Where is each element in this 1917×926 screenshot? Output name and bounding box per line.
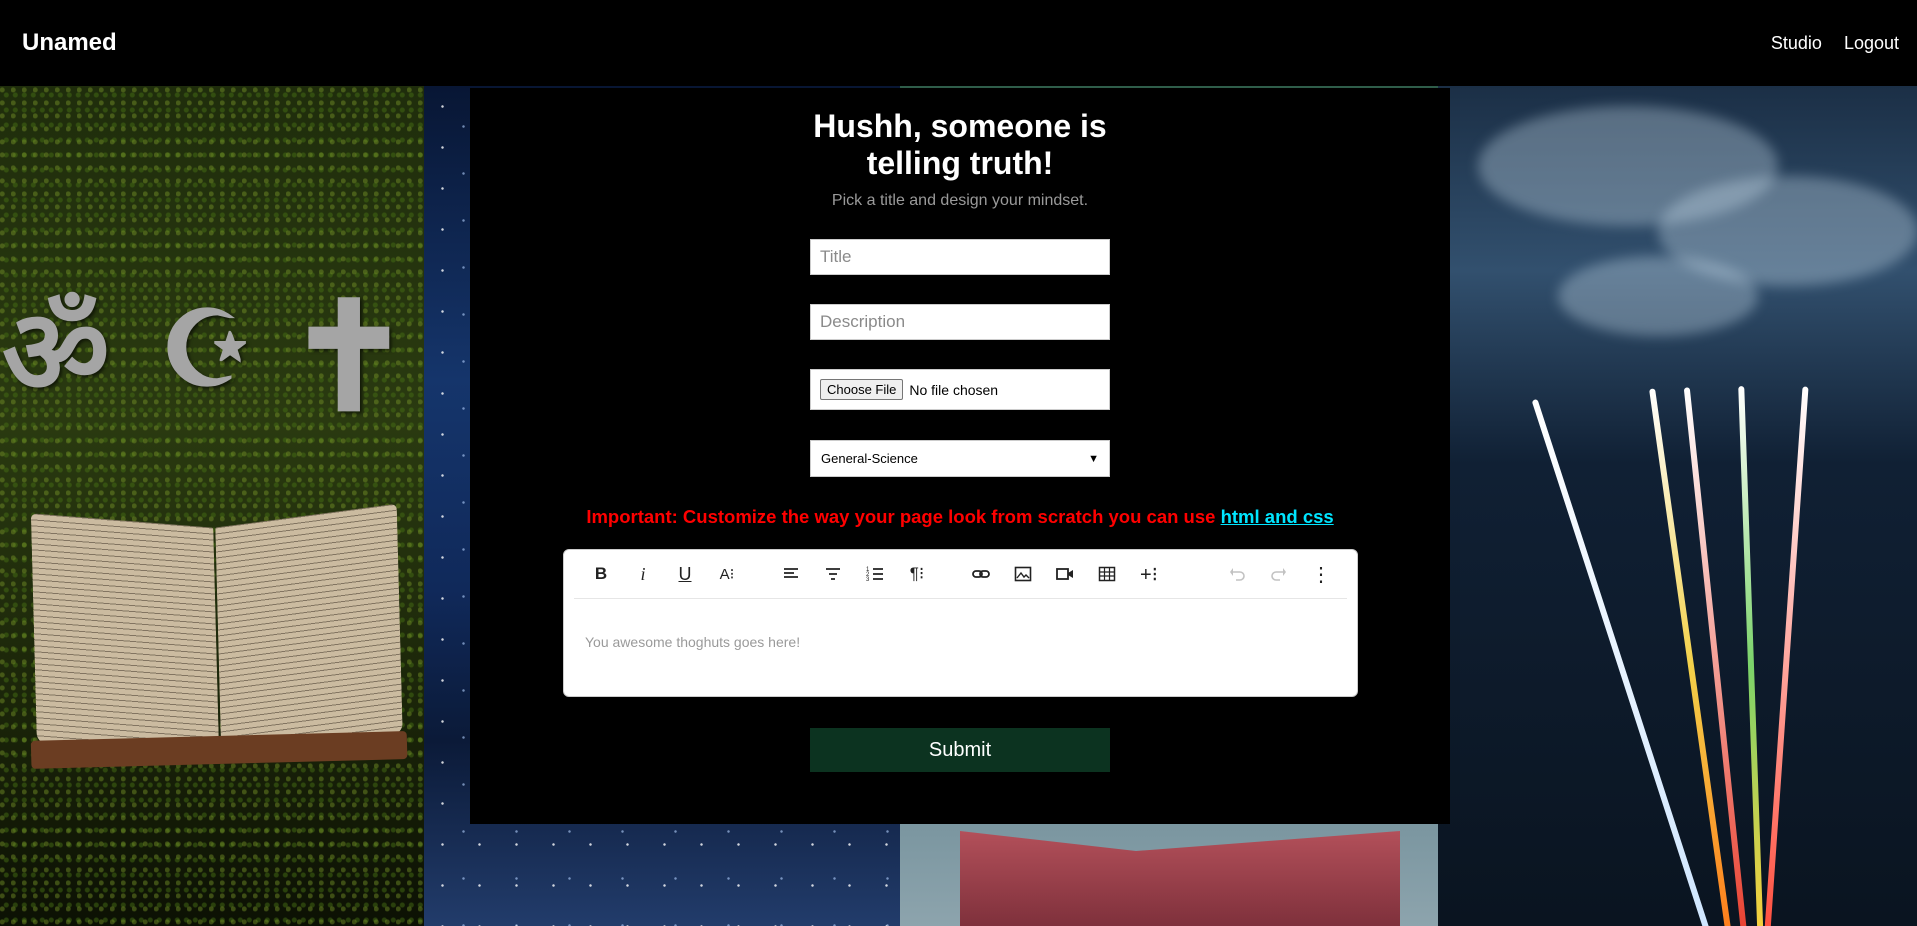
editor-toolbar: B i U A⁝ 123 ¶⁝ +⁝ ⋮: [574, 550, 1347, 599]
important-notice: Important: Customize the way your page l…: [470, 506, 1450, 528]
table-icon[interactable]: [1086, 556, 1128, 592]
background-highway-image: [1438, 86, 1917, 926]
editor-placeholder: You awesome thoghuts goes here!: [585, 634, 801, 650]
rich-text-editor[interactable]: B i U A⁝ 123 ¶⁝ +⁝ ⋮ You awesome thoghut…: [563, 549, 1358, 697]
insert-more-icon[interactable]: +⁝: [1128, 556, 1170, 592]
paragraph-icon[interactable]: ¶⁝: [896, 556, 938, 592]
link-icon[interactable]: [960, 556, 1002, 592]
description-input[interactable]: [810, 304, 1110, 340]
file-status-text: No file chosen: [909, 381, 999, 398]
nav-link-logout[interactable]: Logout: [1844, 33, 1899, 54]
title-input[interactable]: [810, 239, 1110, 275]
page-title-line1: Hushh, someone is: [813, 108, 1107, 144]
category-selected-value: General-Science: [821, 451, 918, 466]
font-size-icon[interactable]: A⁝: [706, 556, 748, 592]
notice-text: Important: Customize the way your page l…: [586, 506, 1221, 527]
more-options-icon[interactable]: ⋮: [1300, 556, 1342, 592]
ordered-list-icon[interactable]: 123: [854, 556, 896, 592]
svg-text:3: 3: [866, 577, 870, 583]
post-form-card: Hushh, someone is telling truth! Pick a …: [470, 88, 1450, 824]
bold-icon[interactable]: B: [580, 556, 622, 592]
choose-file-button[interactable]: Choose File: [820, 379, 904, 400]
file-upload-field[interactable]: Choose File No file chosen: [810, 369, 1110, 410]
chevron-down-icon: ▼: [1088, 452, 1099, 465]
nav-links: Studio Logout: [1771, 33, 1899, 54]
nav-link-studio[interactable]: Studio: [1771, 33, 1822, 54]
page-title-line2: telling truth!: [866, 145, 1054, 181]
html-css-link[interactable]: html and css: [1221, 506, 1334, 527]
submit-button[interactable]: Submit: [810, 728, 1110, 772]
category-select[interactable]: General-Science ▼: [810, 440, 1110, 477]
crescent-star-symbol: ☪: [160, 292, 254, 408]
brand-logo[interactable]: Unamed: [22, 29, 117, 57]
redo-icon[interactable]: [1258, 556, 1300, 592]
page-title: Hushh, someone is telling truth!: [470, 108, 1450, 182]
video-icon[interactable]: [1044, 556, 1086, 592]
background-religion-image: ॐ ☪ ✝: [0, 86, 424, 926]
mountain-shape: [960, 831, 1400, 926]
open-book-image: [25, 495, 408, 769]
om-symbol: ॐ: [2, 287, 110, 419]
cross-symbol: ✝: [286, 273, 412, 441]
align-center-icon[interactable]: [812, 556, 854, 592]
underline-icon[interactable]: U: [664, 556, 706, 592]
image-icon[interactable]: [1002, 556, 1044, 592]
navbar: Unamed Studio Logout: [0, 0, 1917, 86]
undo-icon[interactable]: [1216, 556, 1258, 592]
align-left-icon[interactable]: [770, 556, 812, 592]
page-subtitle: Pick a title and design your mindset.: [831, 192, 1089, 209]
italic-icon[interactable]: i: [622, 556, 664, 592]
